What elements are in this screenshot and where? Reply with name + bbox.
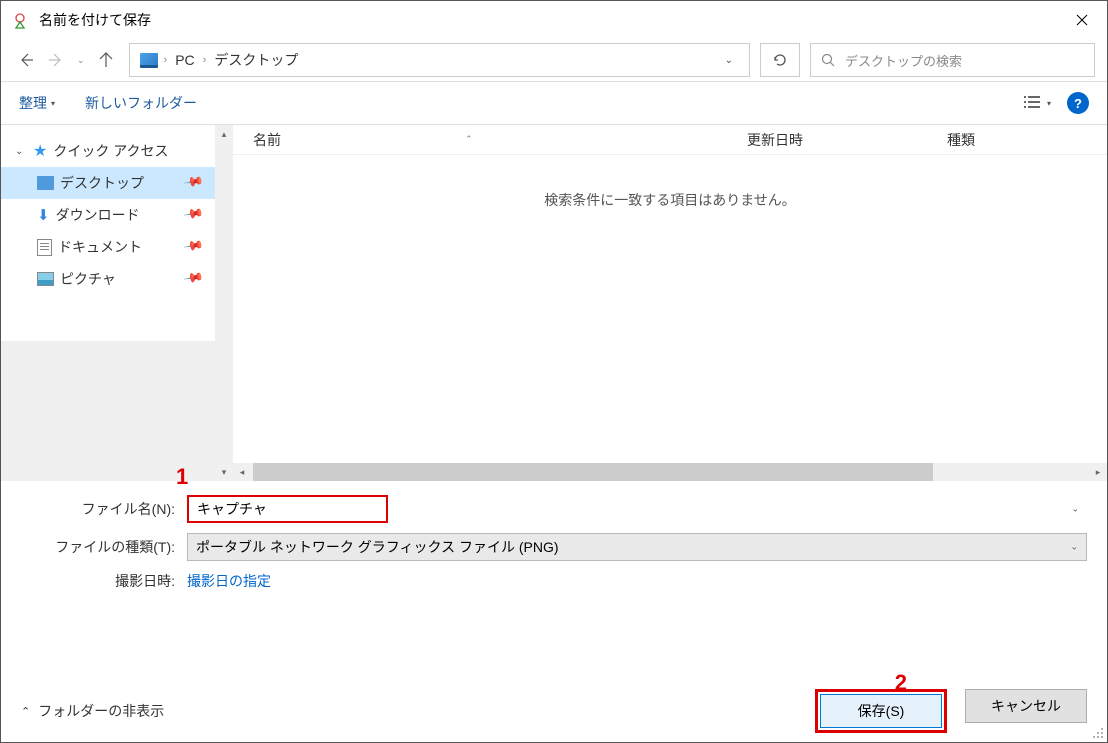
sidebar: ⌄ ★ クイック アクセス デスクトップ 📌 ⬇ ダウンロード 📌 ドキュメント… <box>1 125 215 481</box>
star-icon: ★ <box>33 141 47 161</box>
new-folder-button[interactable]: 新しいフォルダー <box>85 93 197 113</box>
footer: ⌃ フォルダーの非表示 2 保存(S) キャンセル <box>1 680 1107 742</box>
filetype-select[interactable]: ポータブル ネットワーク グラフィックス ファイル (PNG) ⌄ <box>187 533 1087 561</box>
download-icon: ⬇ <box>37 206 50 224</box>
empty-message: 検索条件に一致する項目はありません。 <box>233 155 1107 245</box>
organize-button[interactable]: 整理 ▾ <box>19 93 55 113</box>
filename-label: ファイル名(N): <box>21 499 187 519</box>
search-icon <box>821 53 835 67</box>
filetype-label: ファイルの種類(T): <box>21 537 187 557</box>
search-placeholder: デスクトップの検索 <box>845 51 962 70</box>
folder-toggle-button[interactable]: ⌃ フォルダーの非表示 <box>21 701 164 721</box>
main-area: ⌄ ★ クイック アクセス デスクトップ 📌 ⬇ ダウンロード 📌 ドキュメント… <box>1 125 1107 481</box>
tree-documents[interactable]: ドキュメント 📌 <box>1 231 215 263</box>
chevron-down-icon: ⌄ <box>1070 542 1078 553</box>
breadcrumb-desktop[interactable]: デスクトップ <box>214 50 298 70</box>
tree-downloads[interactable]: ⬇ ダウンロード 📌 <box>1 199 215 231</box>
scroll-thumb[interactable] <box>253 463 933 481</box>
column-headers: 名前 ⌃ 更新日時 種類 <box>233 125 1107 155</box>
desktop-icon <box>37 176 54 190</box>
chevron-down-icon[interactable]: ⌄ <box>1071 504 1079 515</box>
date-label: 撮影日時: <box>21 571 187 591</box>
scroll-up-icon[interactable]: ▴ <box>215 125 233 143</box>
tree-pictures[interactable]: ピクチャ 📌 <box>1 263 215 295</box>
window-title: 名前を付けて保存 <box>39 10 1057 30</box>
pin-icon: 📌 <box>182 235 208 260</box>
titlebar: 名前を付けて保存 <box>1 1 1107 39</box>
column-date[interactable]: 更新日時 <box>747 130 947 150</box>
history-dropdown-icon[interactable]: ⌄ <box>73 55 89 66</box>
up-button[interactable] <box>93 47 119 73</box>
chevron-down-icon: ▾ <box>51 99 55 108</box>
close-button[interactable] <box>1057 1 1107 39</box>
scroll-down-icon[interactable]: ▾ <box>215 463 233 481</box>
toolbar: 整理 ▾ 新しいフォルダー ▾ ? <box>1 81 1107 125</box>
pin-icon: 📌 <box>182 267 208 292</box>
scroll-left-icon[interactable]: ◂ <box>233 463 251 481</box>
back-button[interactable] <box>13 47 39 73</box>
search-input[interactable]: デスクトップの検索 <box>810 43 1095 77</box>
scroll-right-icon[interactable]: ▸ <box>1089 463 1107 481</box>
breadcrumb-pc[interactable]: PC <box>175 52 194 68</box>
save-button[interactable]: 保存(S) <box>820 694 942 728</box>
address-bar[interactable]: › PC › デスクトップ ⌄ <box>129 43 750 77</box>
content-scrollbar-h[interactable]: ◂ ▸ <box>233 463 1107 481</box>
annotation-1: 1 <box>176 464 188 490</box>
monitor-icon <box>140 53 158 68</box>
column-type[interactable]: 種類 <box>947 130 1087 150</box>
sort-indicator-icon: ⌃ <box>451 134 473 145</box>
navbar: ⌄ › PC › デスクトップ ⌄ デスクトップの検索 <box>1 39 1107 81</box>
tree-desktop[interactable]: デスクトップ 📌 <box>1 167 215 199</box>
chevron-down-icon: ▾ <box>1047 99 1051 108</box>
refresh-button[interactable] <box>760 43 800 77</box>
tree-quick-access[interactable]: ⌄ ★ クイック アクセス <box>1 135 215 167</box>
content-area: 名前 ⌃ 更新日時 種類 検索条件に一致する項目はありません。 ◂ ▸ <box>233 125 1107 481</box>
chevron-up-icon: ⌃ <box>21 705 30 718</box>
document-icon <box>37 239 52 256</box>
forward-button[interactable] <box>43 47 69 73</box>
pin-icon: 📌 <box>182 171 208 196</box>
chevron-right-icon[interactable]: › <box>203 54 207 66</box>
sidebar-scrollbar[interactable]: ▴ ▾ <box>215 125 233 481</box>
resize-grip-icon[interactable] <box>1091 726 1105 740</box>
filename-input[interactable] <box>187 495 388 523</box>
chevron-right-icon[interactable]: › <box>164 54 168 66</box>
pin-icon: 📌 <box>182 203 208 228</box>
annotation-2: 2 <box>895 670 907 696</box>
help-button[interactable]: ? <box>1067 92 1089 114</box>
pictures-icon <box>37 272 54 286</box>
form-section: 1 ファイル名(N): ⌄ ファイルの種類(T): ポータブル ネットワーク グ… <box>1 481 1107 591</box>
address-dropdown-icon[interactable]: ⌄ <box>719 55 739 66</box>
view-mode-button[interactable]: ▾ <box>1024 95 1051 111</box>
cancel-button[interactable]: キャンセル <box>965 689 1087 723</box>
date-specify-link[interactable]: 撮影日の指定 <box>187 571 271 591</box>
column-name[interactable]: 名前 ⌃ <box>253 130 747 150</box>
sidebar-spacer <box>1 341 215 481</box>
chevron-down-icon[interactable]: ⌄ <box>15 146 27 157</box>
app-icon <box>11 11 29 29</box>
save-button-highlight: 保存(S) <box>815 689 947 733</box>
